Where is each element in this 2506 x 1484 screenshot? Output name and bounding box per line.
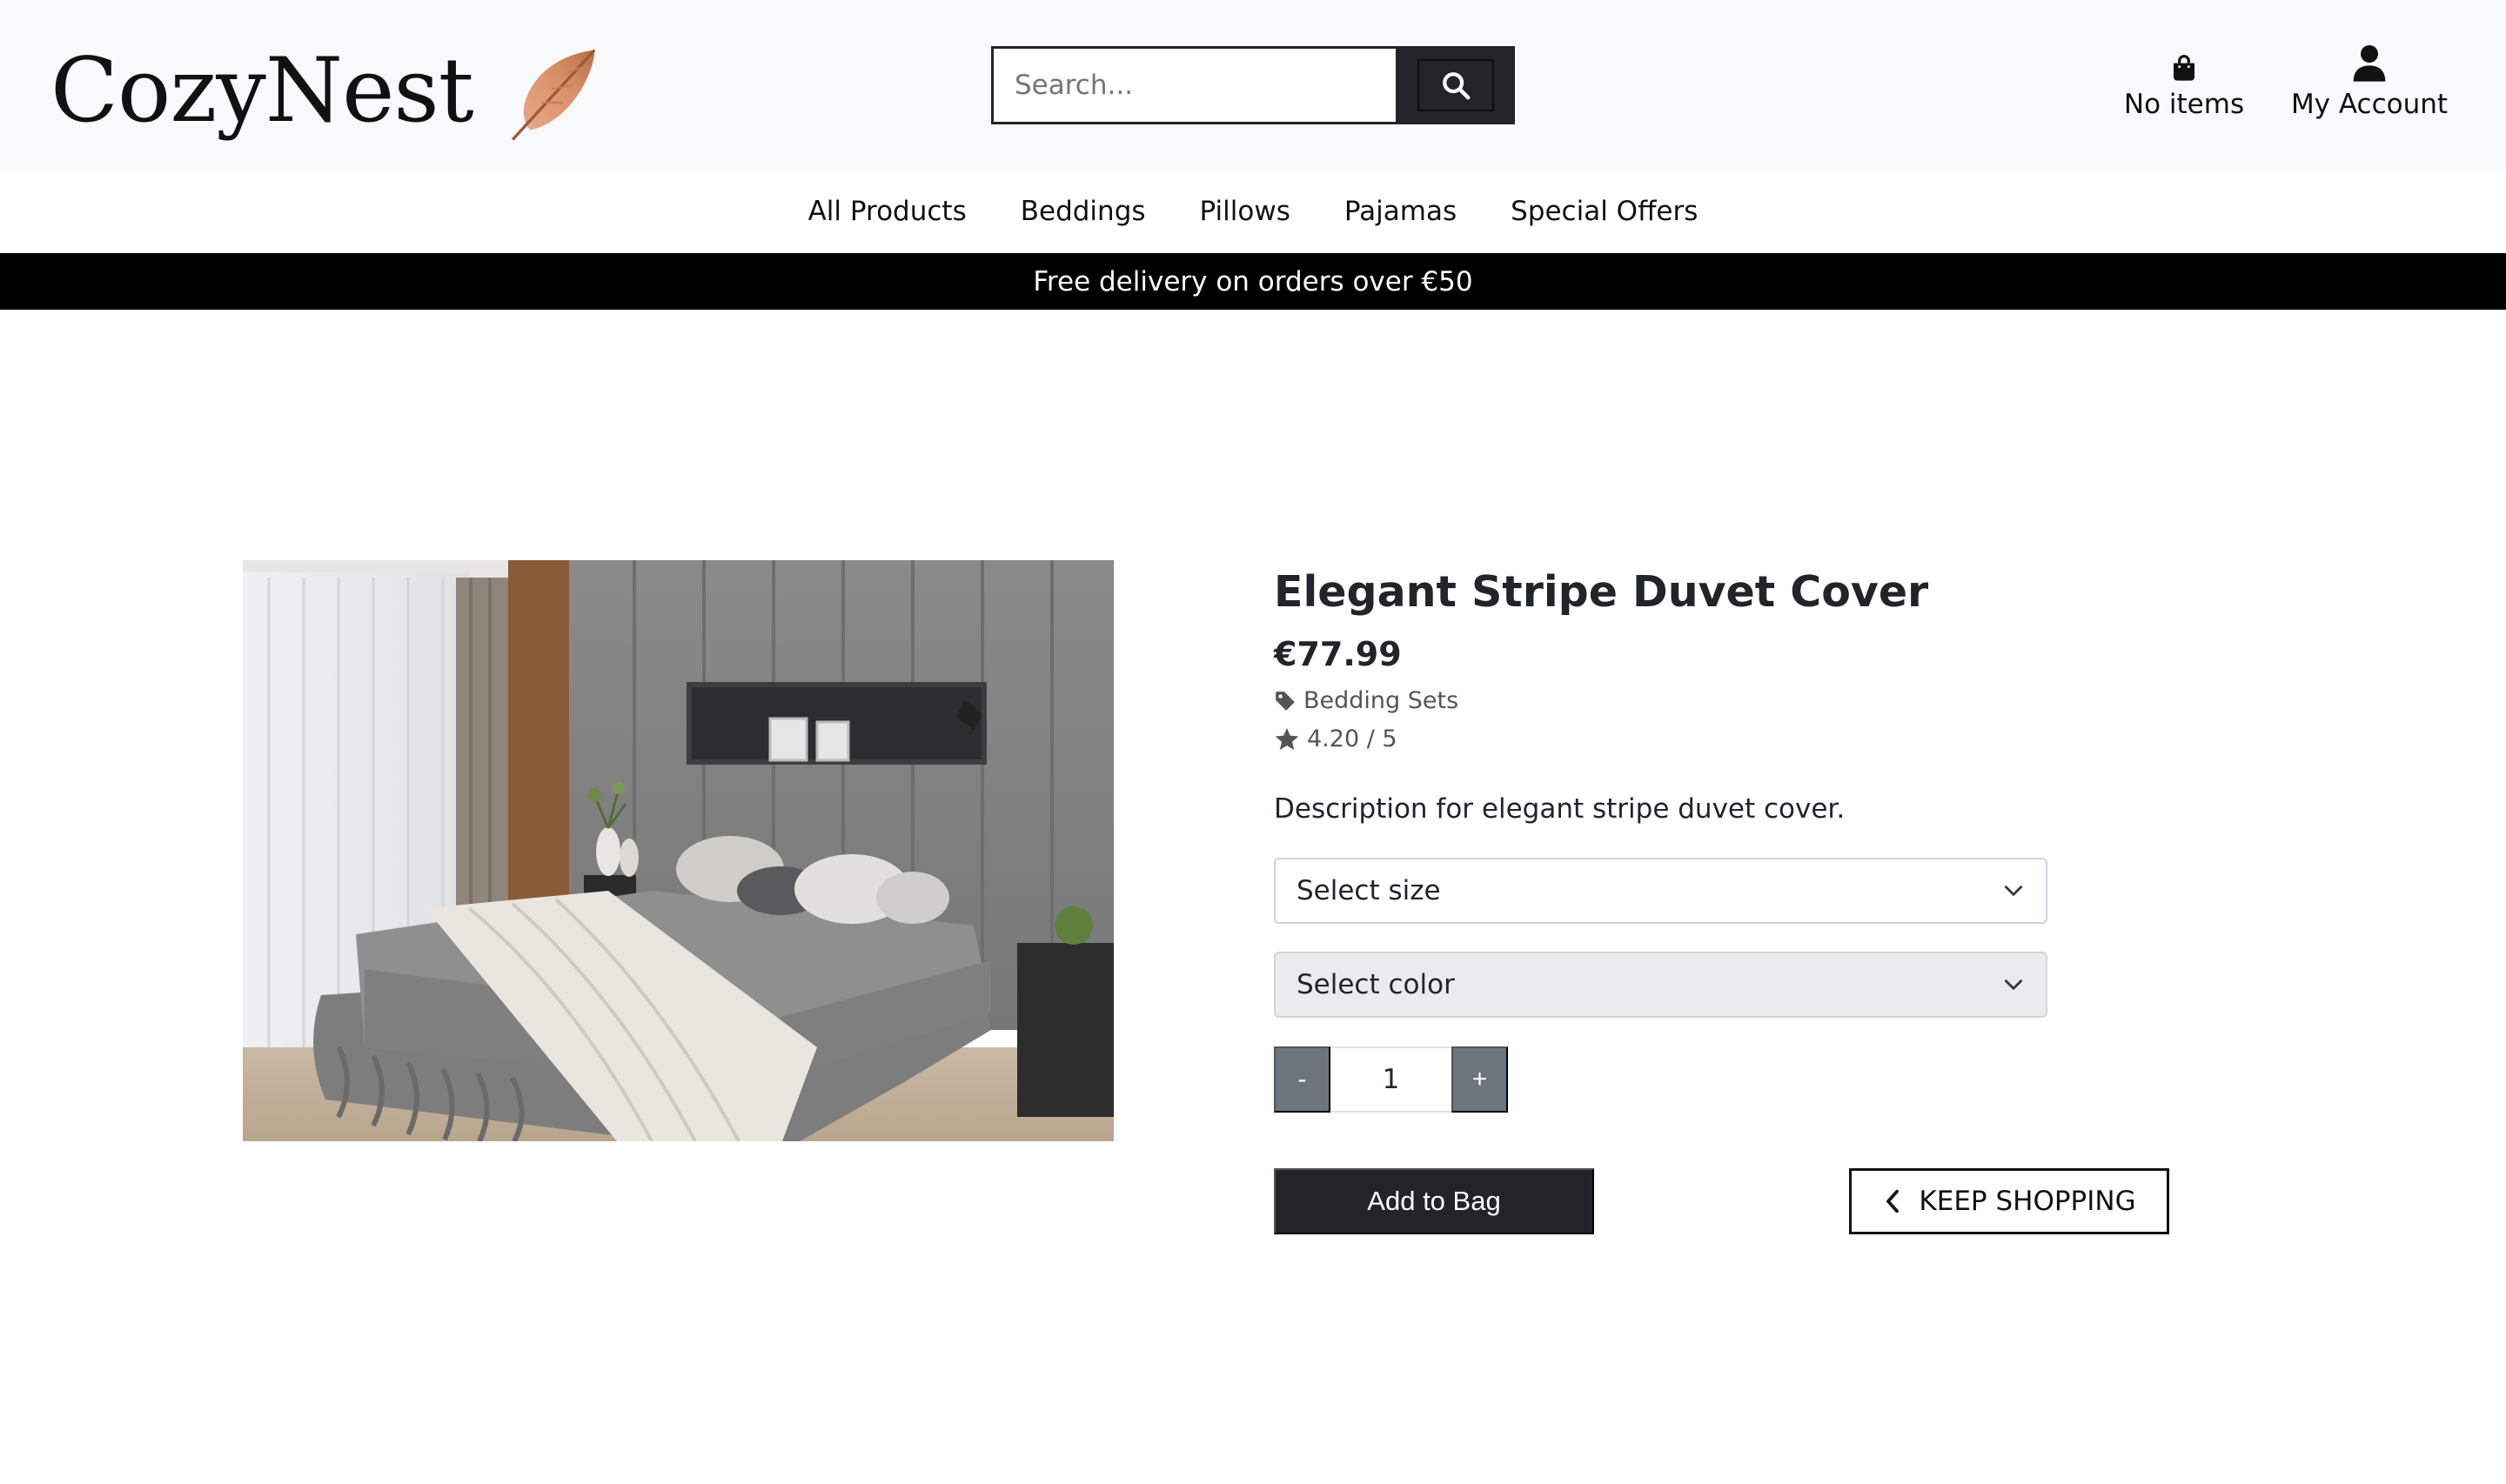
quantity-input[interactable]: 1 xyxy=(1330,1046,1451,1113)
rating-value: 4.20 / 5 xyxy=(1307,725,1397,752)
add-to-bag-label: Add to Bag xyxy=(1367,1186,1501,1216)
search-button-inner xyxy=(1417,59,1494,111)
nav-beddings[interactable]: Beddings xyxy=(1021,196,1146,227)
search-form xyxy=(991,46,1515,124)
product-description: Description for elegant stripe duvet cov… xyxy=(1274,793,1846,825)
size-select-value: Select size xyxy=(1297,875,1441,906)
search-button[interactable] xyxy=(1396,46,1515,124)
search-icon xyxy=(1442,72,1470,100)
shopping-bag-link[interactable]: No items xyxy=(2123,42,2245,120)
my-account-link[interactable]: My Account xyxy=(2287,42,2452,120)
product-price: €77.99 xyxy=(1274,635,1402,673)
keep-shopping-label: KEEP SHOPPING xyxy=(1919,1186,2136,1217)
nav-pillows[interactable]: Pillows xyxy=(1200,196,1290,227)
product-category[interactable]: Bedding Sets xyxy=(1274,687,1458,714)
user-icon-wrap xyxy=(2352,42,2387,82)
quantity-decrement-button[interactable]: - xyxy=(1274,1046,1330,1113)
product-rating: 4.20 / 5 xyxy=(1274,725,1397,752)
feather-icon xyxy=(511,49,596,141)
chevron-left-icon xyxy=(1886,1189,1900,1213)
shopping-bag-icon-wrap xyxy=(2170,42,2198,82)
nav-all-products[interactable]: All Products xyxy=(808,196,967,227)
bedroom-photo xyxy=(243,560,1114,1141)
chevron-down-icon xyxy=(2004,979,2023,990)
nav-special-offers[interactable]: Special Offers xyxy=(1511,196,1698,227)
quantity-stepper: - 1 + xyxy=(1274,1046,1508,1113)
main-nav: All Products Beddings Pillows Pajamas Sp… xyxy=(0,169,2506,253)
promo-text: Free delivery on orders over €50 xyxy=(1033,265,1473,297)
bag-status: No items xyxy=(2123,89,2245,120)
product-title: Elegant Stripe Duvet Cover xyxy=(1274,567,1929,617)
tag-icon xyxy=(1276,691,1295,711)
color-select-value: Select color xyxy=(1297,969,1455,1000)
product-image xyxy=(243,560,1114,1141)
brand-logo[interactable]: CozyNest xyxy=(50,35,600,148)
star-icon xyxy=(1275,727,1299,750)
color-select[interactable]: Select color xyxy=(1274,952,2047,1018)
keep-shopping-button[interactable]: KEEP SHOPPING xyxy=(1849,1168,2169,1234)
size-select[interactable]: Select size xyxy=(1274,858,2047,924)
shopping-bag-icon xyxy=(2174,55,2194,81)
my-account-label: My Account xyxy=(2290,89,2449,120)
add-to-bag-button[interactable]: Add to Bag xyxy=(1274,1168,1594,1234)
chevron-down-icon xyxy=(2004,886,2023,896)
category-label: Bedding Sets xyxy=(1303,687,1459,714)
quantity-increment-button[interactable]: + xyxy=(1451,1046,1508,1113)
user-icon xyxy=(2353,45,2386,82)
promo-banner: Free delivery on orders over €50 xyxy=(0,253,2506,310)
search-input[interactable] xyxy=(991,46,1396,124)
site-header: CozyNest Search... No items My Account xyxy=(0,0,2506,169)
brand-name: CozyNest xyxy=(50,39,474,143)
nav-pajamas[interactable]: Pajamas xyxy=(1344,196,1457,227)
